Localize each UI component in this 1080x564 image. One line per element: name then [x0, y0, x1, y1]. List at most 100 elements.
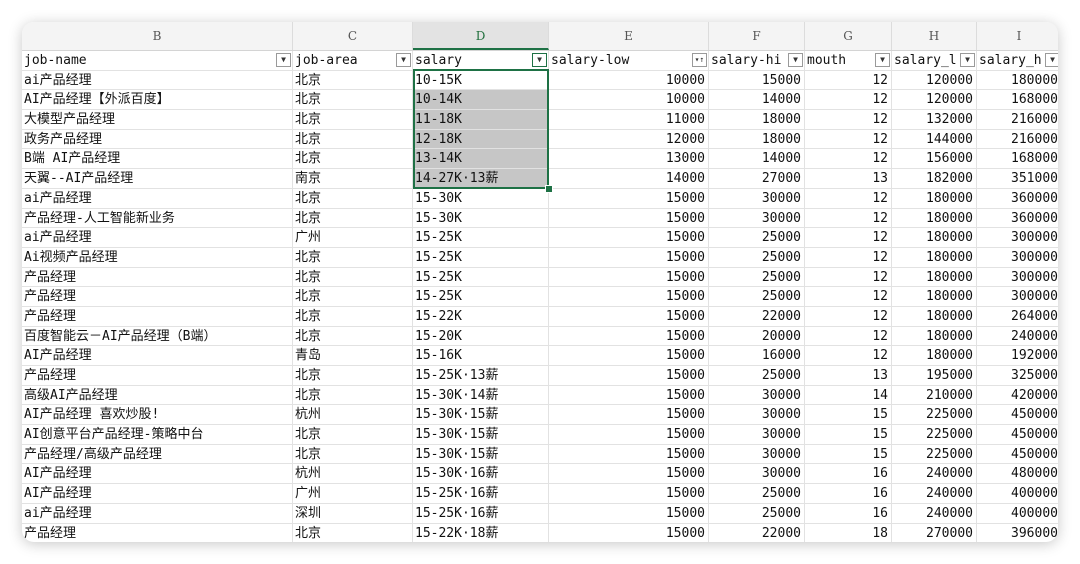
cell-job-area[interactable]: 北京: [293, 267, 413, 288]
cell-salary-l[interactable]: 240000: [892, 464, 977, 485]
cell-job-name[interactable]: ai产品经理: [22, 188, 293, 209]
column-header-d[interactable]: D: [413, 22, 549, 50]
cell-salary[interactable]: 15-25K: [413, 287, 549, 307]
cell-salary[interactable]: 15-30K·15薪: [413, 444, 549, 465]
cell-salary-hi[interactable]: 25000: [709, 287, 805, 307]
cell-job-area[interactable]: 北京: [293, 90, 413, 111]
cell-mouth[interactable]: 12: [805, 287, 892, 307]
cell-salary-low[interactable]: 15000: [549, 405, 709, 426]
cell-salary-hi[interactable]: 30000: [709, 188, 805, 209]
cell-salary[interactable]: 10-14K: [413, 90, 549, 111]
cell-salary-h[interactable]: 396000: [977, 524, 1058, 543]
cell-salary-l[interactable]: 180000: [892, 287, 977, 307]
cell-job-area[interactable]: 北京: [293, 208, 413, 229]
cell-salary[interactable]: 11-18K: [413, 110, 549, 130]
cell-salary-hi[interactable]: 30000: [709, 425, 805, 445]
header-cell-mouth[interactable]: mouth ▼: [805, 51, 892, 71]
cell-salary-h[interactable]: 351000: [977, 169, 1058, 189]
cell-salary-low[interactable]: 15000: [549, 267, 709, 288]
cell-job-area[interactable]: 南京: [293, 169, 413, 189]
cell-salary-low[interactable]: 10000: [549, 70, 709, 91]
cell-salary-low[interactable]: 15000: [549, 306, 709, 327]
cell-salary[interactable]: 15-30K·15薪: [413, 405, 549, 426]
column-header-f[interactable]: F: [709, 22, 805, 50]
cell-salary-low[interactable]: 15000: [549, 346, 709, 366]
cell-mouth[interactable]: 16: [805, 464, 892, 485]
cell-salary-h[interactable]: 264000: [977, 307, 1058, 327]
cell-salary-l[interactable]: 132000: [892, 110, 977, 130]
cell-job-area[interactable]: 北京: [293, 366, 413, 386]
cell-salary-hi[interactable]: 25000: [709, 503, 805, 524]
cell-salary-l[interactable]: 225000: [892, 425, 977, 445]
header-cell-salary-low[interactable]: salary-low ▾↑: [549, 51, 709, 71]
cell-salary[interactable]: 12-18K: [413, 129, 549, 150]
cell-salary-hi[interactable]: 20000: [709, 326, 805, 347]
cell-salary-h[interactable]: 360000: [977, 189, 1058, 209]
cell-salary-hi[interactable]: 30000: [709, 385, 805, 406]
cell-job-area[interactable]: 北京: [293, 523, 413, 542]
cell-salary[interactable]: 15-25K: [413, 228, 549, 248]
cell-job-name[interactable]: B端 AI产品经理: [22, 149, 293, 170]
cell-salary-h[interactable]: 300000: [977, 228, 1058, 248]
cell-salary-l[interactable]: 120000: [892, 90, 977, 111]
cell-salary[interactable]: 15-25K·13薪: [413, 366, 549, 386]
cell-salary[interactable]: 13-14K: [413, 149, 549, 170]
cell-salary[interactable]: 15-30K·15薪: [413, 425, 549, 445]
cell-salary-h[interactable]: 400000: [977, 504, 1058, 524]
cell-salary[interactable]: 10-15K: [413, 70, 549, 91]
cell-salary-h[interactable]: 360000: [977, 209, 1058, 229]
cell-job-area[interactable]: 北京: [293, 385, 413, 406]
cell-salary-hi[interactable]: 25000: [709, 484, 805, 504]
header-cell-job-area[interactable]: job-area ▼: [293, 51, 413, 71]
cell-salary-hi[interactable]: 30000: [709, 444, 805, 465]
cell-salary[interactable]: 15-25K: [413, 247, 549, 268]
cell-salary-h[interactable]: 168000: [977, 90, 1058, 111]
cell-mouth[interactable]: 12: [805, 326, 892, 347]
cell-salary-hi[interactable]: 25000: [709, 247, 805, 268]
cell-job-name[interactable]: 政务产品经理: [22, 129, 293, 150]
header-cell-job-name[interactable]: job-name ▼: [22, 51, 293, 71]
cell-job-area[interactable]: 杭州: [293, 464, 413, 485]
cell-job-name[interactable]: AI产品经理: [22, 484, 293, 504]
cell-job-area[interactable]: 深圳: [293, 503, 413, 524]
cell-salary-l[interactable]: 270000: [892, 523, 977, 542]
cell-salary-h[interactable]: 168000: [977, 149, 1058, 170]
cell-salary-h[interactable]: 400000: [977, 484, 1058, 504]
cell-salary-low[interactable]: 15000: [549, 425, 709, 445]
header-cell-salary-hi[interactable]: salary-hi ▼: [709, 51, 805, 71]
cell-job-name[interactable]: 产品经理: [22, 287, 293, 307]
cell-job-area[interactable]: 北京: [293, 306, 413, 327]
column-header-e[interactable]: E: [549, 22, 709, 50]
cell-salary-l[interactable]: 180000: [892, 267, 977, 288]
cell-job-name[interactable]: ai产品经理: [22, 503, 293, 524]
cell-salary-h[interactable]: 420000: [977, 386, 1058, 406]
cell-salary[interactable]: 15-22K: [413, 306, 549, 327]
cell-salary-hi[interactable]: 16000: [709, 346, 805, 366]
cell-salary-low[interactable]: 15000: [549, 366, 709, 386]
cell-salary-h[interactable]: 192000: [977, 346, 1058, 366]
cell-job-area[interactable]: 北京: [293, 188, 413, 209]
cell-job-area[interactable]: 北京: [293, 110, 413, 130]
cell-job-name[interactable]: ai产品经理: [22, 228, 293, 248]
cell-mouth[interactable]: 16: [805, 484, 892, 504]
cell-job-name[interactable]: 高级AI产品经理: [22, 385, 293, 406]
filter-dropdown-icon[interactable]: ▼: [960, 53, 975, 67]
cell-job-area[interactable]: 北京: [293, 444, 413, 465]
cell-salary-low[interactable]: 15000: [549, 385, 709, 406]
cell-salary-hi[interactable]: 30000: [709, 405, 805, 426]
cell-mouth[interactable]: 13: [805, 366, 892, 386]
cell-salary-hi[interactable]: 18000: [709, 129, 805, 150]
cell-salary-h[interactable]: 450000: [977, 445, 1058, 465]
cell-salary[interactable]: 15-25K·16薪: [413, 484, 549, 504]
cell-salary-h[interactable]: 450000: [977, 405, 1058, 426]
cell-job-name[interactable]: Ai视频产品经理: [22, 247, 293, 268]
cell-salary-l[interactable]: 180000: [892, 188, 977, 209]
cell-salary-low[interactable]: 14000: [549, 169, 709, 189]
cell-salary-hi[interactable]: 15000: [709, 70, 805, 91]
cell-salary-l[interactable]: 156000: [892, 149, 977, 170]
cell-salary-l[interactable]: 120000: [892, 70, 977, 91]
cell-salary-low[interactable]: 15000: [549, 326, 709, 347]
cell-salary-low[interactable]: 15000: [549, 464, 709, 485]
cell-salary-h[interactable]: 240000: [977, 327, 1058, 347]
filter-dropdown-icon[interactable]: ▼: [276, 53, 291, 67]
